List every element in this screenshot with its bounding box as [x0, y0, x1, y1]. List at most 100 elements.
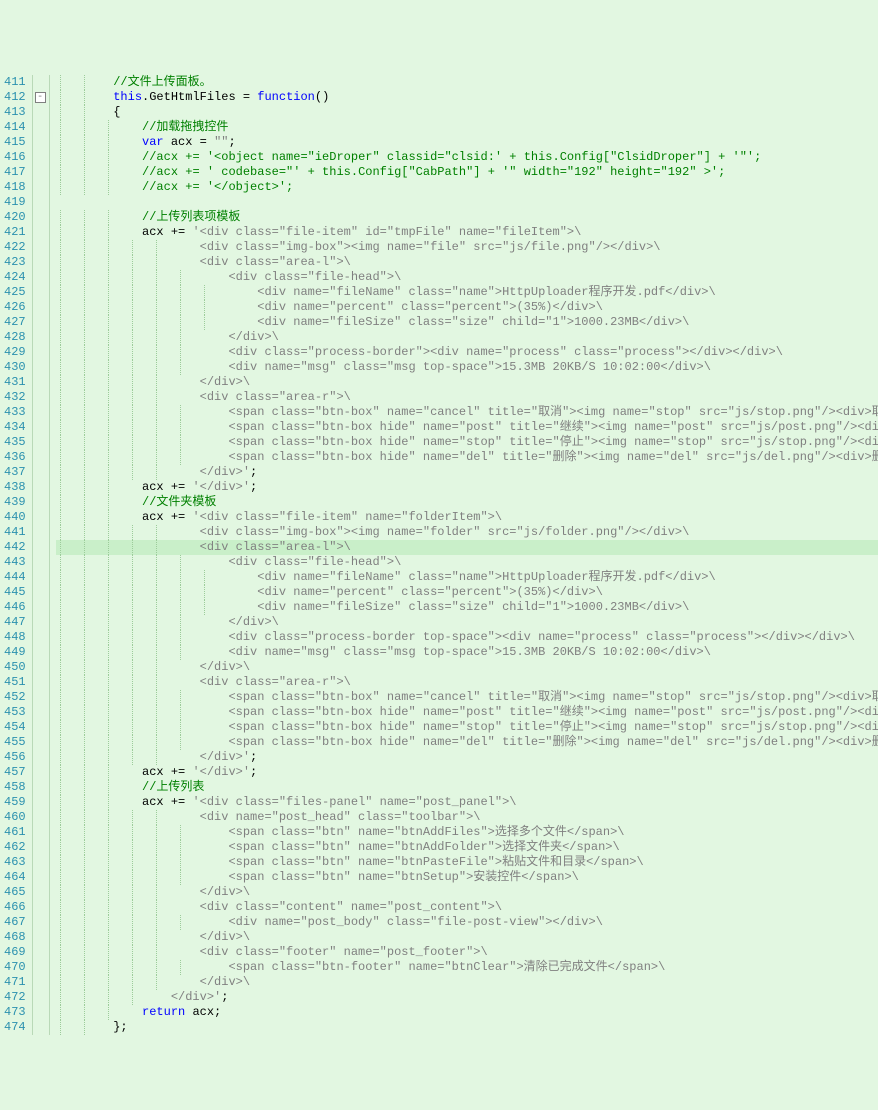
code-line[interactable]: <div class="area-r">\	[56, 390, 878, 405]
line-number: 460	[4, 810, 26, 825]
code-line[interactable]: <div class="content" name="post_content"…	[56, 900, 878, 915]
line-number: 431	[4, 375, 26, 390]
line-number: 447	[4, 615, 26, 630]
code-line[interactable]: <span class="btn-box hide" name="post" t…	[56, 420, 878, 435]
code-line[interactable]: <div name="fileSize" class="size" child=…	[56, 600, 878, 615]
line-number: 423	[4, 255, 26, 270]
code-line[interactable]: <div name="fileName" class="name">HttpUp…	[56, 285, 878, 300]
code-line[interactable]: <span class="btn-box hide" name="post" t…	[56, 705, 878, 720]
code-line[interactable]: //加载拖拽控件	[56, 120, 878, 135]
line-number: 413	[4, 105, 26, 120]
code-line[interactable]: var acx = "";	[56, 135, 878, 150]
line-number: 446	[4, 600, 26, 615]
code-line[interactable]: <div name="fileSize" class="size" child=…	[56, 315, 878, 330]
code-line[interactable]: <div class="img-box"><img name="folder" …	[56, 525, 878, 540]
code-line[interactable]: <div name="percent" class="percent">(35%…	[56, 585, 878, 600]
line-number-gutter: 4114124134144154164174184194204214224234…	[0, 75, 33, 1035]
line-number: 427	[4, 315, 26, 330]
code-line[interactable]: </div>';	[56, 990, 878, 1005]
code-line[interactable]: <span class="btn" name="btnSetup">安装控件</…	[56, 870, 878, 885]
code-line[interactable]: </div>\	[56, 615, 878, 630]
code-line[interactable]: <span class="btn-box" name="cancel" titl…	[56, 405, 878, 420]
line-number: 466	[4, 900, 26, 915]
line-number: 422	[4, 240, 26, 255]
code-line[interactable]: <div name="post_head" class="toolbar">\	[56, 810, 878, 825]
code-line[interactable]: <span class="btn-box hide" name="stop" t…	[56, 435, 878, 450]
code-line[interactable]: };	[56, 1020, 878, 1035]
code-line[interactable]: </div>\	[56, 930, 878, 945]
line-number: 463	[4, 855, 26, 870]
code-line[interactable]: <div name="percent" class="percent">(35%…	[56, 300, 878, 315]
code-line[interactable]: <div class="img-box"><img name="file" sr…	[56, 240, 878, 255]
code-line[interactable]: //acx += '<object name="ieDroper" classi…	[56, 150, 878, 165]
code-line[interactable]: <div class="area-l">\	[56, 255, 878, 270]
code-line[interactable]: <span class="btn-box hide" name="del" ti…	[56, 450, 878, 465]
code-line[interactable]: //文件夹模板	[56, 495, 878, 510]
line-number: 421	[4, 225, 26, 240]
code-line[interactable]: <span class="btn-footer" name="btnClear"…	[56, 960, 878, 975]
line-number: 417	[4, 165, 26, 180]
code-line[interactable]: return acx;	[56, 1005, 878, 1020]
code-line[interactable]: </div>';	[56, 465, 878, 480]
line-number: 459	[4, 795, 26, 810]
code-line[interactable]: <div name="post_body" class="file-post-v…	[56, 915, 878, 930]
line-number: 434	[4, 420, 26, 435]
code-line[interactable]: acx += '<div class="file-item" name="fol…	[56, 510, 878, 525]
code-line[interactable]: </div>\	[56, 330, 878, 345]
line-number: 453	[4, 705, 26, 720]
code-line[interactable]: <div class="file-head">\	[56, 270, 878, 285]
line-number: 414	[4, 120, 26, 135]
code-line[interactable]: <div class="process-border top-space"><d…	[56, 630, 878, 645]
code-line[interactable]: <span class="btn" name="btnAddFiles">选择多…	[56, 825, 878, 840]
code-line[interactable]: </div>\	[56, 660, 878, 675]
code-line[interactable]: <div name="msg" class="msg top-space">15…	[56, 360, 878, 375]
code-line[interactable]: <div class="process-border"><div name="p…	[56, 345, 878, 360]
code-line[interactable]: acx += '</div>';	[56, 765, 878, 780]
code-line[interactable]: </div>\	[56, 375, 878, 390]
line-number: 464	[4, 870, 26, 885]
line-number: 473	[4, 1005, 26, 1020]
line-number: 449	[4, 645, 26, 660]
code-line[interactable]: <span class="btn-box hide" name="del" ti…	[56, 735, 878, 750]
code-line[interactable]: <span class="btn-box" name="cancel" titl…	[56, 690, 878, 705]
code-line[interactable]: </div>\	[56, 975, 878, 990]
fold-toggle[interactable]: -	[35, 92, 46, 103]
code-line[interactable]: <div class="file-head">\	[56, 555, 878, 570]
line-number: 442	[4, 540, 26, 555]
fold-column: -	[33, 75, 50, 1035]
line-number: 445	[4, 585, 26, 600]
line-number: 452	[4, 690, 26, 705]
code-line[interactable]: <span class="btn" name="btnAddFolder">选择…	[56, 840, 878, 855]
code-area[interactable]: //文件上传面板。 this.GetHtmlFiles = function()…	[50, 75, 878, 1035]
line-number: 468	[4, 930, 26, 945]
code-line[interactable]: //上传列表	[56, 780, 878, 795]
code-line[interactable]: <span class="btn-box hide" name="stop" t…	[56, 720, 878, 735]
code-line[interactable]: {	[56, 105, 878, 120]
line-number: 451	[4, 675, 26, 690]
code-line[interactable]: acx += '<div class="files-panel" name="p…	[56, 795, 878, 810]
line-number: 412	[4, 90, 26, 105]
code-line[interactable]: <div name="msg" class="msg top-space">15…	[56, 645, 878, 660]
line-number: 461	[4, 825, 26, 840]
code-line[interactable]: <div class="area-l">\	[56, 540, 878, 555]
code-line[interactable]: this.GetHtmlFiles = function()	[56, 90, 878, 105]
line-number: 438	[4, 480, 26, 495]
code-line[interactable]: </div>';	[56, 750, 878, 765]
code-line[interactable]: //acx += ' codebase="' + this.Config["Ca…	[56, 165, 878, 180]
code-line[interactable]: acx += '<div class="file-item" id="tmpFi…	[56, 225, 878, 240]
code-line[interactable]: //上传列表项模板	[56, 210, 878, 225]
line-number: 415	[4, 135, 26, 150]
code-line[interactable]: acx += '</div>';	[56, 480, 878, 495]
line-number: 435	[4, 435, 26, 450]
line-number: 444	[4, 570, 26, 585]
code-line[interactable]: <div class="footer" name="post_footer">\	[56, 945, 878, 960]
line-number: 454	[4, 720, 26, 735]
code-line[interactable]: <div name="fileName" class="name">HttpUp…	[56, 570, 878, 585]
code-line[interactable]: <span class="btn" name="btnPasteFile">粘贴…	[56, 855, 878, 870]
line-number: 416	[4, 150, 26, 165]
code-line[interactable]: //文件上传面板。	[56, 75, 878, 90]
code-line[interactable]	[56, 195, 878, 210]
code-line[interactable]: <div class="area-r">\	[56, 675, 878, 690]
code-line[interactable]: //acx += '</object>';	[56, 180, 878, 195]
code-line[interactable]: </div>\	[56, 885, 878, 900]
